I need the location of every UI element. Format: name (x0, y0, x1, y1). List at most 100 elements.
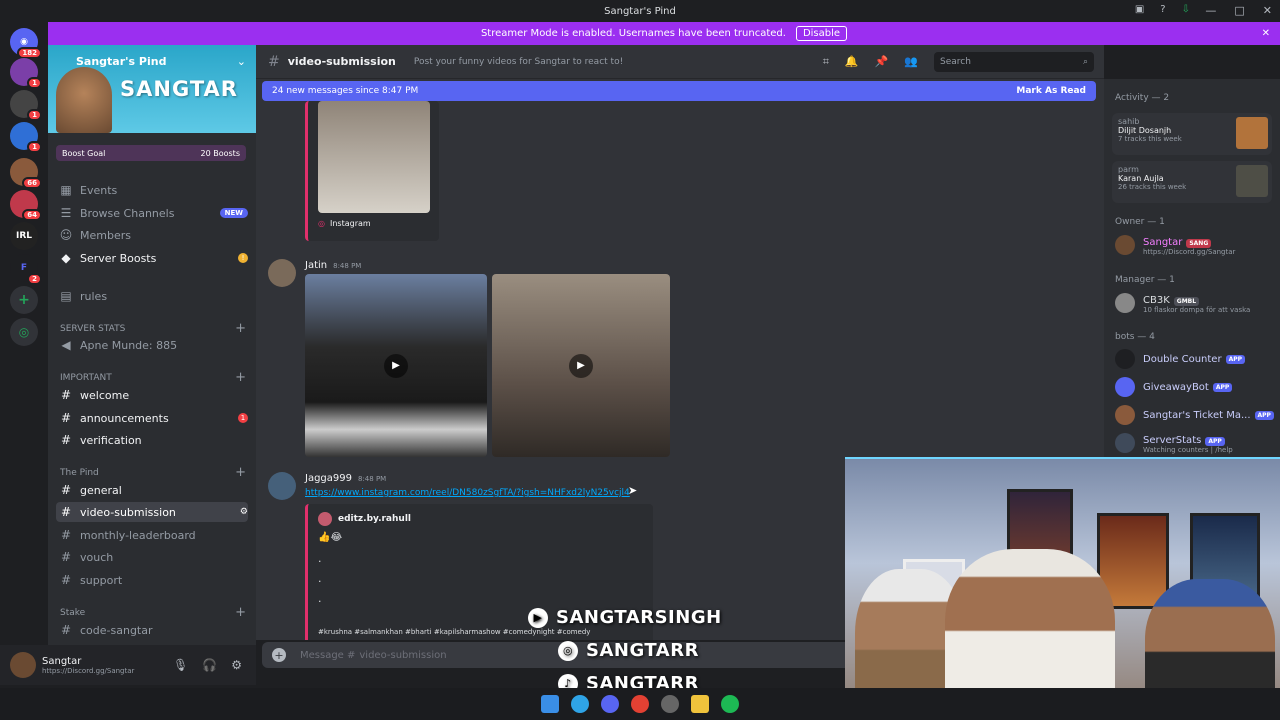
folder-icon[interactable] (691, 695, 709, 713)
category-important[interactable]: IMPORTANT + (60, 370, 246, 385)
embed-author[interactable]: editz.by.rahull (338, 514, 411, 524)
hash-icon: # (60, 388, 72, 402)
hash-icon: # (60, 623, 72, 637)
sidebar-item-members[interactable]: ☺ Members (56, 225, 248, 245)
channel-code-sangtar[interactable]: # code-sangtar (56, 620, 248, 640)
member-bot[interactable]: GiveawayBot APP (1115, 373, 1275, 401)
channel-support[interactable]: # support (56, 570, 248, 590)
taskbar (0, 688, 1280, 720)
sidebar-item-server-boosts[interactable]: ◆ Server Boosts! (56, 248, 248, 268)
channel-rules[interactable]: ▤ rules (56, 286, 248, 306)
member-bot[interactable]: ServerStats APP Watching counters | /help (1115, 429, 1275, 457)
download-icon[interactable]: ⇩ (1182, 4, 1190, 15)
server-icon[interactable]: 64 (10, 190, 42, 221)
message-author[interactable]: Jagga999 (305, 473, 352, 484)
member-tag: GMBL (1173, 296, 1200, 306)
headphones-icon[interactable]: 🎧 (202, 658, 217, 672)
help-icon[interactable]: ? (1160, 4, 1165, 15)
server-icon[interactable]: 1 (10, 58, 42, 89)
add-channel-icon[interactable]: + (235, 465, 246, 480)
close-window-icon[interactable]: ✕ (1263, 4, 1272, 17)
channel-verification[interactable]: # verification (56, 430, 248, 450)
microphone-icon[interactable]: 🎙 (173, 658, 188, 672)
server-icon[interactable]: 1 (10, 122, 42, 153)
embed-thumbnail[interactable] (318, 101, 430, 213)
inbox-icon[interactable]: ▣ (1135, 4, 1144, 15)
activity-card[interactable]: sahib Diljit Dosanjh 7 tracks this week (1112, 113, 1272, 155)
video-attachment[interactable]: ▶ (305, 274, 487, 457)
boost-goal-bar[interactable]: Boost Goal 20 Boosts (56, 145, 246, 161)
member-bot[interactable]: Sangtar's Ticket Ma... APP (1115, 401, 1275, 429)
bell-icon[interactable]: 🔔 (845, 55, 859, 68)
watermark-youtube: ▶ SANGTARSINGH (528, 607, 722, 628)
message-link[interactable]: https://www.instagram.com/reel/DN580zSgf… (305, 488, 630, 498)
category-stake[interactable]: Stake + (60, 605, 246, 620)
channel-video-submission[interactable]: # video-submission ⚙ (56, 502, 248, 522)
discord-icon[interactable] (601, 695, 619, 713)
video-attachment[interactable]: ▶ (492, 274, 670, 457)
server-icon-f[interactable]: F2 (10, 254, 42, 285)
play-icon[interactable]: ▶ (569, 353, 593, 378)
avatar[interactable] (268, 259, 296, 287)
new-messages-bar[interactable]: 24 new messages since 8:47 PM Mark As Re… (262, 81, 1096, 101)
chevron-down-icon[interactable]: ⌄ (237, 55, 246, 68)
chrome-icon[interactable] (631, 695, 649, 713)
hash-icon: # (60, 505, 72, 519)
channel-monthly-leaderboard[interactable]: # monthly-leaderboard (56, 525, 248, 545)
server-icon[interactable]: 66 (10, 158, 42, 189)
settings-icon[interactable]: ⚙ (231, 658, 242, 672)
server-icon-irl[interactable]: IRL (10, 222, 38, 250)
add-channel-icon[interactable]: + (235, 321, 246, 336)
channel-label: welcome (80, 388, 130, 402)
channel-topic[interactable]: Post your funny videos for Sangtar to re… (414, 57, 623, 67)
sidebar-item-events[interactable]: ▦ Events (56, 180, 248, 200)
activity-header: Activity — 2 (1115, 93, 1170, 103)
channel-settings-icon[interactable]: ⚙ (240, 507, 248, 517)
message-author[interactable]: Jatin (305, 260, 327, 271)
disable-streamer-button[interactable]: Disable (795, 26, 848, 41)
channel-vouch[interactable]: # vouch (56, 547, 248, 567)
windows-start-icon[interactable] (541, 695, 559, 713)
calendar-icon: ▦ (60, 183, 72, 197)
member-bot[interactable]: Double Counter APP (1115, 345, 1275, 373)
pin-icon[interactable]: 📌 (875, 55, 889, 68)
add-server-icon[interactable]: + (10, 286, 38, 314)
member-owner[interactable]: Sangtar SANG https://Discord.gg/Sangtar (1115, 231, 1275, 259)
app-icon[interactable] (661, 695, 679, 713)
maximize-icon[interactable]: □ (1234, 4, 1244, 17)
search-input[interactable]: Search ⌕ (934, 51, 1094, 72)
channel-stat[interactable]: ◀ Apne Munde: 885 (56, 335, 248, 355)
play-icon[interactable]: ▶ (384, 353, 408, 378)
add-channel-icon[interactable]: + (235, 605, 246, 620)
hash-icon: # (60, 573, 72, 587)
direct-messages-icon[interactable]: ◉ 182 (10, 28, 42, 59)
spotify-icon[interactable] (721, 695, 739, 713)
bots-header: bots — 4 (1115, 332, 1155, 342)
category-the-pind[interactable]: The Pind + (60, 465, 246, 480)
discover-icon[interactable]: ◎ (10, 318, 38, 346)
minimize-icon[interactable]: — (1205, 4, 1216, 17)
close-banner-icon[interactable]: ✕ (1262, 28, 1270, 39)
server-icon[interactable]: 1 (10, 90, 42, 121)
channel-general[interactable]: # general (56, 480, 248, 500)
server-name: Sangtar's Pind (76, 55, 167, 68)
avatar (1115, 377, 1135, 397)
instagram-icon: ◎ (558, 640, 578, 661)
add-channel-icon[interactable]: + (235, 370, 246, 385)
edge-icon[interactable] (571, 695, 589, 713)
avatar[interactable] (268, 472, 296, 500)
threads-icon[interactable]: ⌗ (823, 55, 829, 69)
activity-card[interactable]: parm Karan Aujla 26 tracks this week (1112, 161, 1272, 203)
mark-as-read-button[interactable]: Mark As Read (1016, 86, 1086, 96)
new-badge: NEW (219, 208, 248, 218)
app-badge: APP (1212, 382, 1233, 392)
member-manager[interactable]: CB3K GMBL 10 flaskor dompa för att vaska (1115, 289, 1275, 317)
add-attachment-icon[interactable]: + (272, 648, 286, 662)
sidebar-item-browse-channels[interactable]: ☰ Browse Channels NEW (56, 203, 248, 223)
category-server-stats[interactable]: SERVER STATS + (60, 321, 246, 336)
avatar[interactable] (10, 652, 36, 678)
channel-welcome[interactable]: # welcome (56, 385, 248, 405)
channel-announcements[interactable]: # announcements 1 (56, 408, 248, 428)
member-list-icon[interactable]: 👥 (904, 55, 918, 68)
server-banner[interactable]: Sangtar's Pind ⌄ SANGTAR (48, 45, 256, 133)
